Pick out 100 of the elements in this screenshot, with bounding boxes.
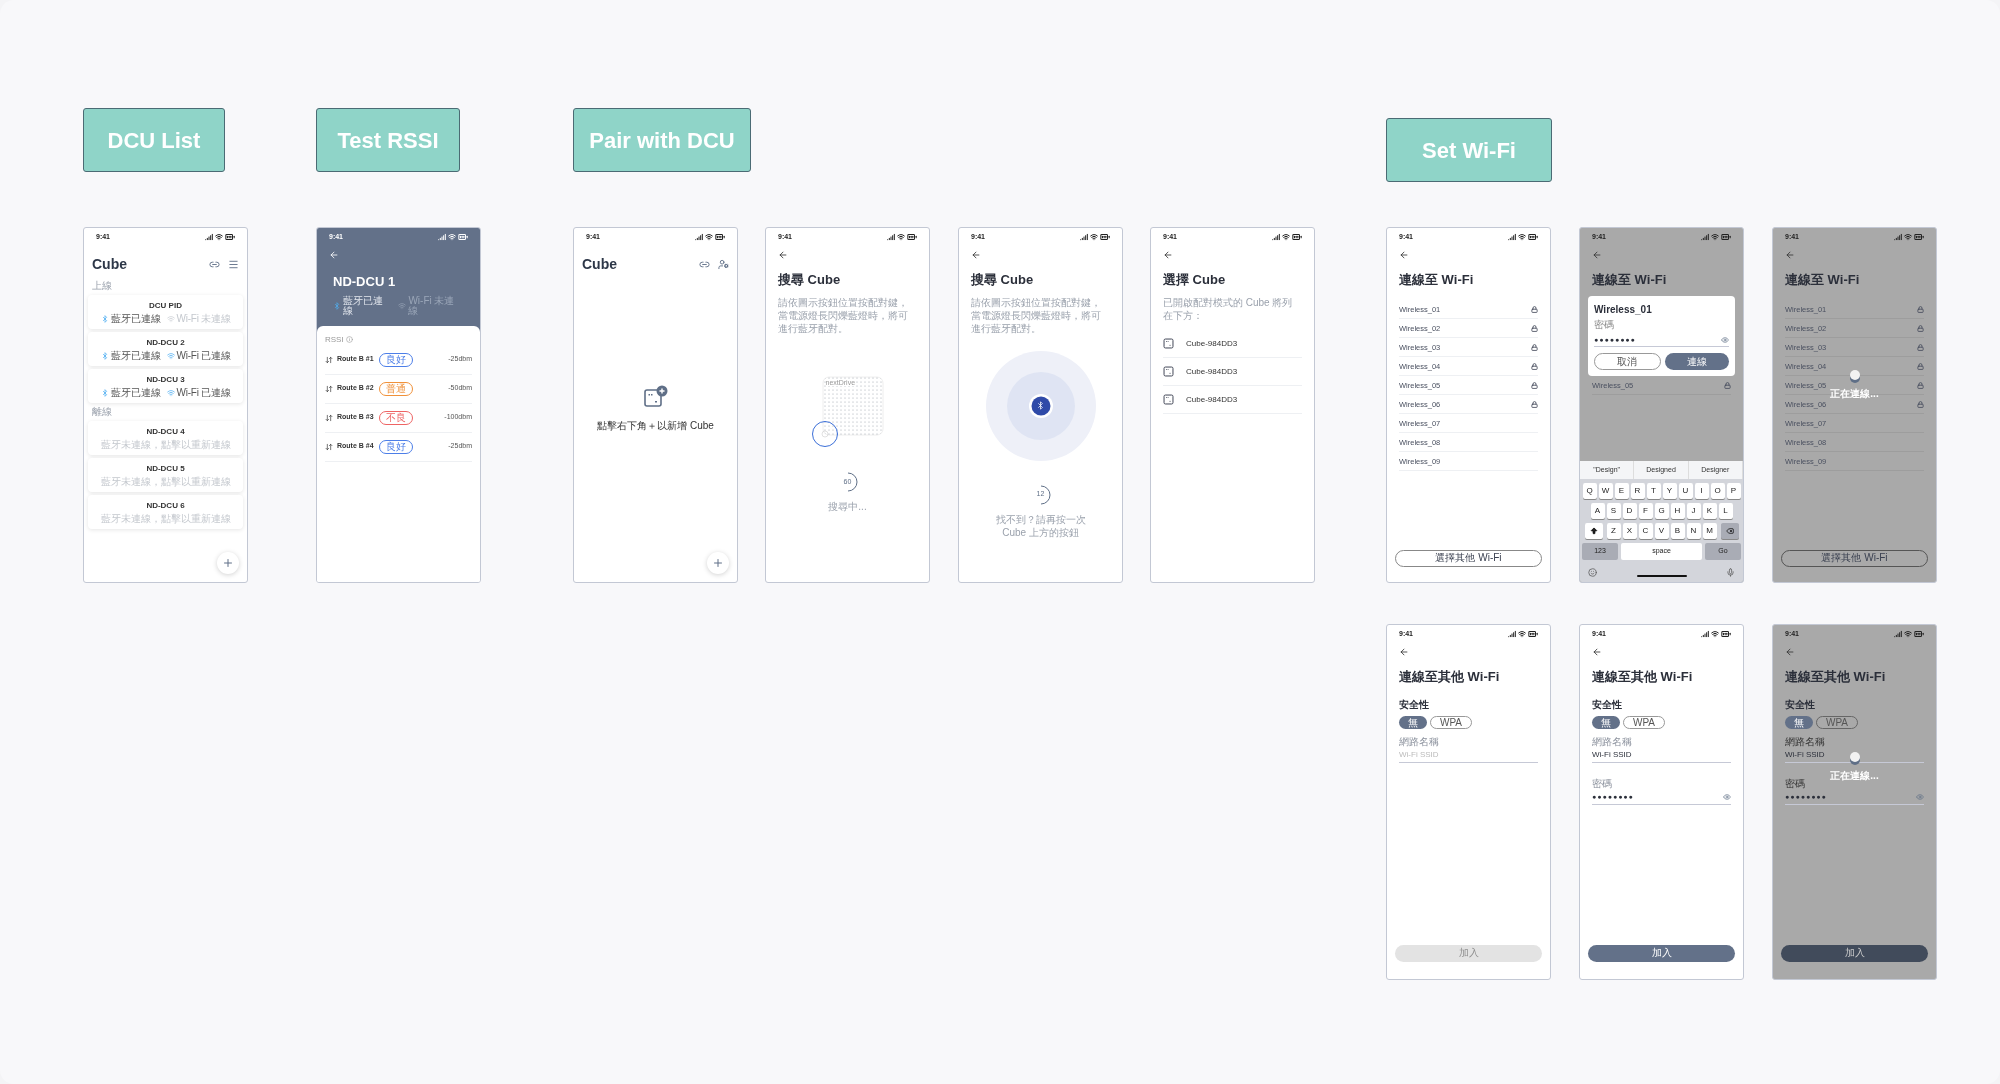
cube-row[interactable]: Cube-984DD3	[1163, 330, 1302, 359]
cube-icon	[1163, 338, 1174, 350]
join-button[interactable]: 加入	[1781, 944, 1928, 962]
keyboard-key[interactable]: W	[1598, 483, 1613, 499]
keyboard-key[interactable]: X	[1622, 523, 1637, 539]
signal-icon	[1272, 233, 1280, 241]
device-title: ND-DCU 1	[332, 273, 397, 291]
keyboard-key[interactable]: B	[1670, 523, 1685, 539]
menu-icon[interactable]	[228, 259, 239, 270]
keyboard-key[interactable]: G	[1654, 503, 1669, 519]
mic-icon[interactable]	[1726, 567, 1735, 577]
section-title: Test RSSI	[316, 108, 460, 172]
keyboard-key[interactable]: F	[1638, 503, 1653, 519]
add-cube-icon	[642, 384, 669, 410]
battery-icon	[458, 232, 468, 242]
keyboard-key[interactable]: N	[1686, 523, 1701, 539]
keyboard-key[interactable]: Q	[1582, 483, 1597, 499]
ssid-field[interactable]: Wi-Fi SSID	[1592, 747, 1731, 763]
wifi-icon	[1090, 233, 1098, 241]
keyboard-key[interactable]: O	[1710, 483, 1725, 499]
keyboard-key[interactable]: R	[1630, 483, 1645, 499]
device-card[interactable]: ND-DCU 3 藍牙已連線 Wi-Fi 已連線	[88, 369, 243, 403]
device-card[interactable]: ND-DCU 2 藍牙已連線 Wi-Fi 已連線	[88, 332, 243, 366]
security-option[interactable]: 無	[1785, 716, 1813, 730]
description-text: 已開啟配對模式的 Cube 將列在下方：	[1162, 296, 1294, 323]
eye-icon[interactable]	[1723, 792, 1731, 801]
wifi-icon	[1904, 630, 1912, 638]
battery-icon	[1528, 232, 1538, 242]
keyboard-key[interactable]: L	[1718, 503, 1733, 519]
shift-key[interactable]	[1584, 523, 1603, 539]
route-icon	[325, 355, 333, 364]
bluetooth-icon	[1036, 401, 1045, 411]
user-settings-icon[interactable]	[718, 259, 729, 270]
keyboard-key[interactable]: Z	[1606, 523, 1621, 539]
back-arrow-icon[interactable]	[329, 250, 339, 260]
loading-spinner-icon	[1849, 751, 1860, 765]
screen-title: 選擇 Cube	[1162, 272, 1227, 289]
route-icon	[325, 384, 333, 393]
quality-badge: 普通	[379, 381, 413, 396]
ssid-field[interactable]: Wi-Fi SSID	[1785, 747, 1924, 763]
section-title: DCU List	[83, 108, 225, 172]
back-arrow-icon[interactable]	[1592, 250, 1602, 260]
link-icon[interactable]	[699, 259, 710, 270]
signal-icon	[1894, 630, 1902, 638]
empty-hint: 點擊右下角＋以新增 Cube	[597, 419, 714, 433]
screen-title: 搜尋 Cube	[970, 272, 1035, 289]
cube-icon	[1163, 366, 1174, 378]
keyboard-key[interactable]: A	[1590, 503, 1605, 519]
keyboard-key[interactable]: I	[1694, 483, 1709, 499]
back-arrow-icon[interactable]	[1163, 250, 1173, 260]
device-name: ND-DCU 5	[146, 463, 185, 475]
wifi-icon	[1518, 233, 1526, 241]
signal-icon	[205, 233, 213, 241]
keyboard-key[interactable]: E	[1614, 483, 1629, 499]
back-arrow-icon[interactable]	[1785, 647, 1795, 657]
keyboard-key[interactable]: V	[1654, 523, 1669, 539]
keyboard-key[interactable]: K	[1702, 503, 1717, 519]
keyboard-key[interactable]: T	[1646, 483, 1661, 499]
keyboard-key[interactable]: Y	[1662, 483, 1677, 499]
link-icon[interactable]	[209, 259, 220, 270]
section-title: Set Wi-Fi	[1386, 118, 1552, 182]
join-button[interactable]: 加入	[1588, 944, 1735, 962]
search-status: 搜尋中...	[828, 500, 867, 514]
back-arrow-icon[interactable]	[1399, 250, 1409, 260]
section-label: RSSI	[325, 333, 344, 346]
back-arrow-icon[interactable]	[971, 250, 981, 260]
keyboard-key[interactable]: S	[1606, 503, 1621, 519]
back-arrow-icon[interactable]	[1399, 647, 1409, 657]
bluetooth-status: 藍牙已連線	[110, 388, 161, 398]
back-arrow-icon[interactable]	[1592, 647, 1602, 657]
keyboard-key[interactable]: D	[1622, 503, 1637, 519]
battery-icon	[1914, 232, 1924, 242]
keyboard-key[interactable]: C	[1638, 523, 1653, 539]
connect-button[interactable]: 連線	[1664, 353, 1729, 371]
cube-row[interactable]: Cube-984DD3	[1163, 358, 1302, 387]
keyboard-key[interactable]: J	[1686, 503, 1701, 519]
eye-icon[interactable]	[1721, 335, 1729, 344]
device-name: ND-DCU 6	[146, 500, 185, 512]
keyboard-key[interactable]: P	[1726, 483, 1741, 499]
section-label: 離線	[91, 405, 113, 418]
battery-icon	[1721, 629, 1731, 639]
battery-icon	[1528, 629, 1538, 639]
section-title: Pair with DCU	[573, 108, 751, 172]
keyboard-key[interactable]: H	[1670, 503, 1685, 519]
emoji-icon[interactable]	[1588, 567, 1597, 577]
wifi-icon	[215, 233, 223, 241]
keyboard-key[interactable]: M	[1702, 523, 1717, 539]
wifi-status: Wi-Fi 已連線	[176, 388, 231, 398]
back-arrow-icon[interactable]	[1785, 250, 1795, 260]
cube-row[interactable]: Cube-984DD3	[1163, 386, 1302, 415]
cancel-button[interactable]: 取消	[1594, 353, 1661, 371]
keyboard-key[interactable]: U	[1678, 483, 1693, 499]
backspace-key[interactable]	[1720, 523, 1739, 539]
plus-icon	[222, 557, 234, 569]
back-arrow-icon[interactable]	[778, 250, 788, 260]
battery-icon	[715, 232, 725, 242]
security-option[interactable]: 無	[1399, 716, 1427, 730]
field-label: 網路名稱	[1399, 737, 1440, 748]
security-option[interactable]: 無	[1592, 716, 1620, 730]
loading-text: 正在連線...	[1830, 387, 1879, 402]
